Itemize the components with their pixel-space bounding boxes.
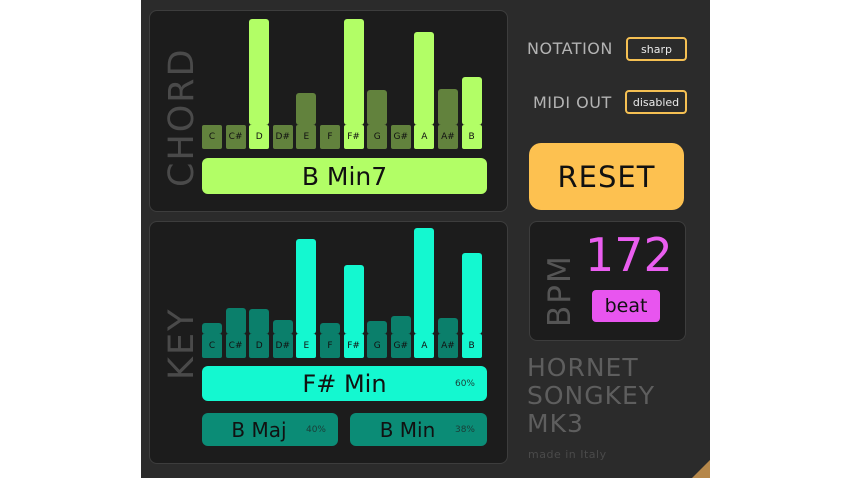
reset-button[interactable]: RESET [529, 143, 684, 210]
chord-note-C: C [202, 125, 222, 149]
resize-grip[interactable] [692, 460, 710, 478]
key-result: F# Min 60% [202, 366, 487, 401]
midi-out-button[interactable]: disabled [625, 90, 687, 114]
chord-note-Gsharp: G# [390, 125, 411, 149]
key-bar-A [414, 228, 435, 334]
key-section-label: KEY [162, 307, 202, 380]
notation-button[interactable]: sharp [626, 37, 687, 61]
key-result-percent: 60% [454, 378, 475, 389]
chord-note-G: G [367, 125, 388, 149]
key-bar-G [367, 321, 388, 334]
key-note-Csharp: C# [225, 334, 246, 358]
chord-bar-G [367, 90, 388, 125]
brand-line-2: SONGKEY [527, 381, 656, 410]
key-bar-C [202, 323, 222, 334]
key-note-E: E [296, 334, 317, 358]
key-note-C: C [202, 334, 222, 358]
key-note-Fsharp: F# [343, 334, 364, 358]
key-note-D: D [249, 334, 270, 358]
key-panel: KEY C C# D D# E F F# G G# A A# B F# Min 60% B Maj 4… [149, 221, 508, 464]
key-alternative-2: B Min 38% [350, 413, 487, 446]
key-note-B: B [461, 334, 482, 358]
key-bar-Asharp [438, 318, 458, 334]
chord-bar-D [249, 19, 270, 125]
brand-logo: HORNET SONGKEY MK3 [527, 354, 655, 438]
key-bar-B [461, 253, 482, 334]
key-alternative-2-percent: 38% [454, 424, 475, 435]
chord-note-F: F [320, 125, 340, 149]
key-bar-E [296, 238, 317, 334]
brand-line-3: MK3 [527, 409, 584, 438]
chord-note-B: B [461, 125, 482, 149]
key-result-text: F# Min [302, 369, 387, 398]
chord-bar-A [414, 31, 435, 125]
midi-out-label: MIDI OUT [533, 93, 612, 112]
key-bar-Fsharp [343, 265, 364, 334]
key-bar-Csharp [225, 307, 246, 334]
key-alternative-1-percent: 40% [305, 424, 326, 435]
key-bar-D [249, 308, 270, 334]
chord-result: B Min7 [202, 158, 487, 194]
key-note-G: G [367, 334, 388, 358]
chord-note-Dsharp: D# [272, 125, 293, 149]
chord-note-Csharp: C# [225, 125, 246, 149]
bpm-panel: BPM 172 beat [529, 221, 686, 341]
key-note-A: A [414, 334, 435, 358]
chord-bar-Asharp [438, 88, 458, 125]
key-bar-Dsharp [272, 320, 293, 334]
key-note-Asharp: A# [438, 334, 458, 358]
chord-section-label: CHORD [162, 47, 202, 187]
key-alternative-2-name: B Min [379, 417, 436, 442]
chord-note-D: D [249, 125, 270, 149]
chord-note-Asharp: A# [438, 125, 458, 149]
bpm-label: BPM [542, 254, 578, 327]
bpm-value: 172 [585, 228, 673, 282]
key-alternative-1-name: B Maj [231, 417, 287, 442]
key-bar-Gsharp [390, 315, 411, 334]
chord-bar-E [296, 93, 317, 125]
key-note-F: F [320, 334, 340, 358]
made-in-text: made in Italy [528, 448, 607, 461]
key-note-Gsharp: G# [390, 334, 411, 358]
plugin-window: CHORD C C# D D# E F F# G G# A A# B B Min7 KEY C C# D D… [141, 0, 710, 478]
chord-panel: CHORD C C# D D# E F F# G G# A A# B B Min7 [149, 10, 508, 212]
chord-result-text: B Min7 [301, 161, 388, 191]
key-bar-F [320, 323, 340, 334]
chord-bar-B [461, 77, 482, 125]
key-note-Dsharp: D# [272, 334, 293, 358]
beat-indicator[interactable]: beat [592, 290, 660, 322]
chord-note-E: E [296, 125, 317, 149]
chord-note-A: A [414, 125, 435, 149]
notation-label: NOTATION [527, 39, 613, 58]
chord-note-Fsharp: F# [343, 125, 364, 149]
brand-line-1: HORNET [527, 353, 639, 382]
key-alternative-1: B Maj 40% [202, 413, 338, 446]
chord-bar-Fsharp [343, 19, 364, 125]
